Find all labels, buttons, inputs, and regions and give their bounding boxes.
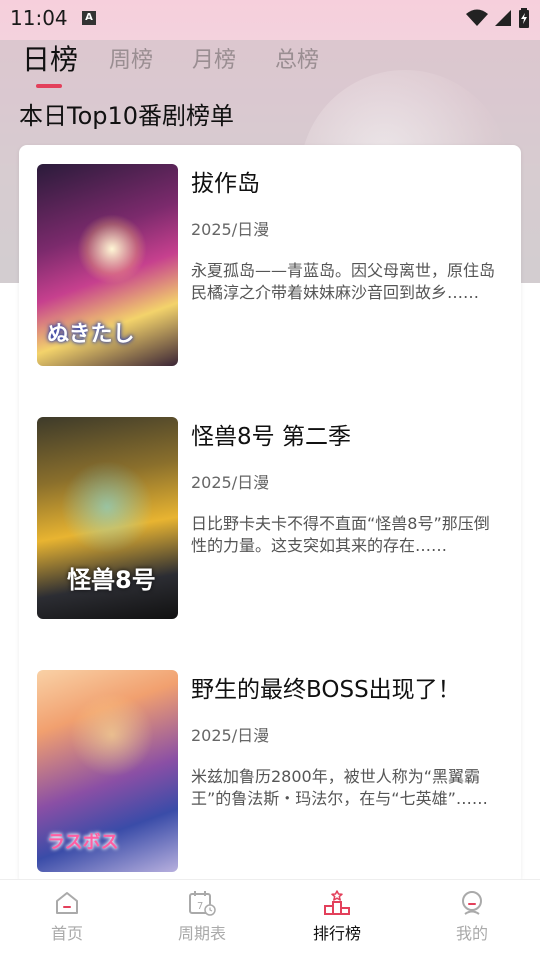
item-title: 野生的最终BOSS出现了！ — [191, 677, 461, 703]
poster-image[interactable]: ぬきたし — [37, 164, 178, 366]
poster-logo: ぬきたし — [47, 322, 135, 347]
tab-weekly[interactable]: 周榜 — [109, 42, 153, 74]
svg-text:7: 7 — [197, 901, 203, 912]
nav-home-label: 首页 — [50, 924, 83, 943]
item-title: 怪兽8号 第二季 — [191, 424, 351, 450]
nav-ranking[interactable]: 排行榜 — [292, 890, 382, 944]
profile-icon — [462, 891, 482, 915]
item-description: 永夏孤岛——青蓝岛。因父母离世，原住岛民橘淳之介带着妹妹麻沙音回到故乡…… — [191, 261, 496, 302]
active-tab-indicator — [36, 84, 62, 88]
poster-image[interactable]: 怪兽8号 — [37, 417, 178, 619]
ranking-tabs: 日榜 周榜 月榜 总榜 — [0, 42, 540, 92]
item-meta: 2025/日漫 — [191, 220, 270, 239]
bottom-navigation: 首页 7 周期表 排行榜 我的 — [0, 879, 540, 960]
nav-calendar-label: 周期表 — [177, 924, 226, 943]
tab-daily[interactable]: 日榜 — [22, 38, 78, 78]
tab-all-time[interactable]: 总榜 — [275, 42, 319, 74]
poster-logo: ラスボス — [47, 832, 119, 853]
tab-monthly[interactable]: 月榜 — [192, 42, 236, 74]
status-icons — [466, 8, 530, 28]
nav-ranking-label: 排行榜 — [312, 924, 361, 943]
item-description: 日比野卡夫卡不得不直面“怪兽8号”那压倒性的力量。这支突如其来的存在…… — [191, 514, 490, 555]
item-meta: 2025/日漫 — [191, 473, 270, 492]
nav-calendar[interactable]: 7 周期表 — [157, 890, 247, 944]
item-meta: 2025/日漫 — [191, 726, 270, 745]
ranking-list-card: ぬきたし 拔作岛 2025/日漫 永夏孤岛——青蓝岛。因父母离世，原住岛民橘淳之… — [19, 145, 521, 885]
item-title: 拔作岛 — [191, 171, 260, 197]
list-item[interactable]: 怪兽8号 怪兽8号 第二季 2025/日漫 日比野卡夫卡不得不直面“怪兽8号”那… — [37, 417, 503, 619]
notification-icon: A — [82, 11, 96, 25]
nav-profile-label: 我的 — [455, 924, 488, 943]
status-bar: 11:04 A — [0, 0, 540, 38]
signal-icon — [495, 10, 511, 26]
wifi-icon — [466, 9, 488, 26]
list-item[interactable]: ぬきたし 拔作岛 2025/日漫 永夏孤岛——青蓝岛。因父母离世，原住岛民橘淳之… — [37, 164, 503, 366]
poster-logo: 怪兽8号 — [67, 566, 156, 594]
nav-home[interactable]: 首页 — [22, 890, 112, 944]
list-item[interactable]: ラスボス 野生的最终BOSS出现了！ 2025/日漫 米兹加鲁历2800年，被世… — [37, 670, 503, 872]
home-icon — [56, 892, 78, 914]
status-time: 11:04 — [10, 6, 68, 30]
battery-icon — [519, 8, 529, 28]
section-title: 本日Top10番剧榜单 — [19, 102, 235, 130]
poster-image[interactable]: ラスボス — [37, 670, 178, 872]
podium-icon — [324, 890, 350, 915]
calendar-icon: 7 — [189, 891, 216, 916]
nav-profile[interactable]: 我的 — [427, 890, 517, 944]
item-description: 米兹加鲁历2800年，被世人称为“黑翼霸王”的鲁法斯・玛法尔，在与“七英雄”…… — [191, 767, 488, 808]
